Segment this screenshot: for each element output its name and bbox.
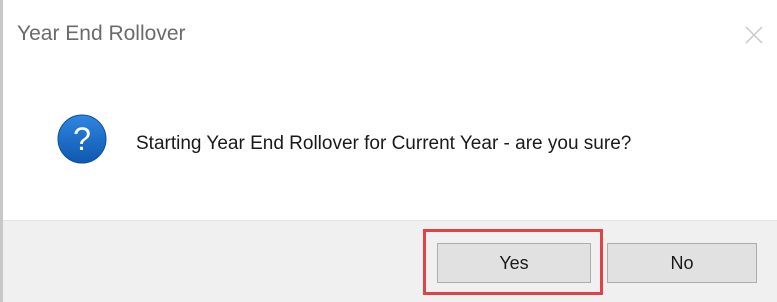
no-button-label: No: [670, 252, 694, 273]
year-end-rollover-dialog: Year End Rollover ? Starting Year End Ro…: [0, 0, 777, 302]
close-button[interactable]: [737, 18, 771, 52]
dialog-title: Year End Rollover: [17, 22, 186, 45]
no-button[interactable]: No: [607, 243, 757, 283]
yes-button-label: Yes: [499, 252, 529, 273]
button-bar: Yes No: [3, 220, 777, 302]
close-icon: [745, 26, 763, 44]
question-icon: ?: [57, 114, 107, 164]
dialog-message: Starting Year End Rollover for Current Y…: [136, 133, 632, 154]
title-bar: Year End Rollover: [3, 0, 777, 72]
yes-button[interactable]: Yes: [437, 243, 591, 283]
svg-text:?: ?: [73, 121, 91, 157]
dialog-content: ? Starting Year End Rollover for Current…: [3, 72, 777, 220]
